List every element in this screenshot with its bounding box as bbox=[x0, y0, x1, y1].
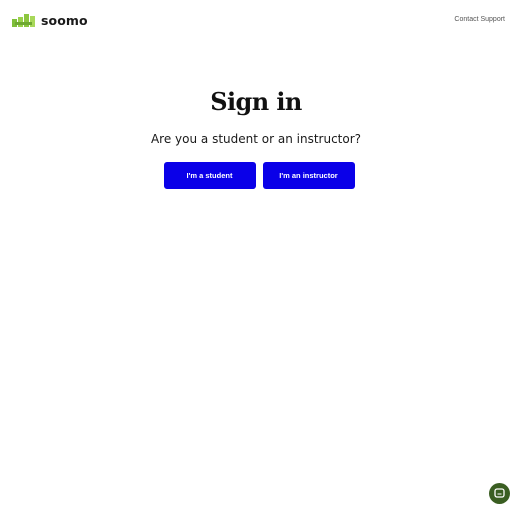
top-bar: soomo Contact Support bbox=[0, 0, 512, 42]
contact-support-link[interactable]: Contact Support bbox=[454, 16, 505, 23]
sign-in-panel: Sign in Are you a student or an instruct… bbox=[0, 86, 512, 189]
role-question: Are you a student or an instructor? bbox=[150, 132, 362, 146]
soomo-logo-icon bbox=[12, 14, 35, 27]
role-buttons: I'm a student I'm an instructor bbox=[0, 162, 512, 189]
instructor-button[interactable]: I'm an instructor bbox=[262, 162, 355, 189]
chat-widget-button[interactable] bbox=[489, 483, 510, 504]
page: soomo Contact Support Sign in Are you a … bbox=[0, 0, 512, 512]
chat-icon bbox=[494, 488, 505, 498]
logo-text: soomo bbox=[41, 13, 88, 28]
student-button[interactable]: I'm a student bbox=[163, 162, 256, 189]
page-title: Sign in bbox=[210, 87, 302, 116]
logo-link[interactable]: soomo bbox=[12, 13, 88, 28]
